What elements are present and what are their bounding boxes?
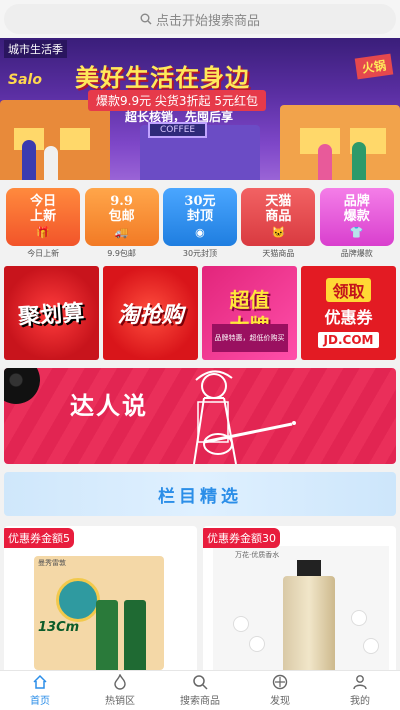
hero-banner[interactable]: 城市生活季 Salo 火锅 美好生活在身边 爆款9.9元 尖货3折起 5元红包 …: [0, 38, 400, 180]
promo-chaozhidapai[interactable]: 超值 大牌 品牌特惠，超低价购买: [202, 266, 297, 360]
promo-taoqianggou[interactable]: 淘抢购: [103, 266, 198, 360]
category-label: 9.9包邮: [107, 249, 136, 258]
banner-sign-left: Salo: [8, 72, 42, 88]
product-card[interactable]: 优惠券金额5 曼秀雷敦 13Cm: [4, 526, 197, 670]
coupon-badge: 优惠券金额30: [203, 528, 280, 548]
category-label: 品牌爆款: [340, 249, 373, 258]
user-icon: [353, 675, 367, 690]
banner-window: [60, 128, 90, 150]
tab-discover[interactable]: 发现: [240, 671, 320, 710]
product-brand: 曼秀雷敦: [38, 559, 66, 567]
category-row: 今日 上新 🎁 今日上新 9.9 包邮 🚚 9.9包邮 30元 封顶 ◉ 30元…: [0, 188, 400, 264]
category-tile-line2: 包邮: [108, 209, 135, 224]
promo-chaozhidapai-sub: 品牌特惠，超低价购买: [211, 324, 288, 352]
category-brand-hot[interactable]: 品牌 爆款 👕 品牌爆款: [319, 188, 394, 264]
banner-person: [318, 144, 332, 180]
category-tile-line1: 30元: [184, 194, 216, 209]
flower-decoration: [233, 616, 249, 632]
talent-title: 达人说: [70, 391, 148, 420]
jd-logo: JD.COM: [317, 332, 380, 348]
promo-jd-coupon[interactable]: 领取 优惠券 JD.COM: [301, 266, 396, 360]
category-tile: 今日 上新 🎁: [6, 188, 81, 246]
promo-juhuasuan[interactable]: 聚划算: [4, 266, 99, 360]
category-label: 天猫商品: [262, 249, 295, 258]
category-tile-line1: 品牌: [343, 194, 370, 209]
banner-coffee-sign: COFFEE: [148, 122, 208, 138]
search-placeholder: 点击开始搜索商品: [155, 13, 260, 29]
product-grid: 优惠券金额5 曼秀雷敦 13Cm 优惠券金额30 万花·优质香水: [4, 526, 396, 670]
product-brand: 万花·优质香水: [235, 551, 280, 559]
category-today-new[interactable]: 今日 上新 🎁 今日上新: [6, 188, 81, 264]
promo-jd-line1: 领取: [326, 278, 371, 302]
category-tile-line2: 封顶: [186, 209, 213, 224]
promo-row: 聚划算 淘抢购 超值 大牌 品牌特惠，超低价购买 领取 优惠券 JD.COM: [4, 266, 396, 360]
search-icon: [140, 13, 152, 25]
banner-city-tag: 城市生活季: [4, 40, 67, 58]
category-tile: 天猫 商品 🐱: [241, 188, 316, 246]
tmall-icon: 🐱: [271, 226, 286, 239]
category-tmall[interactable]: 天猫 商品 🐱 天猫商品: [241, 188, 316, 264]
vinyl-record-icon: [4, 368, 40, 404]
tab-label: 热销区: [105, 696, 135, 707]
shirt-icon: 👕: [349, 226, 364, 239]
truck-icon: 🚚: [114, 226, 129, 239]
category-label: 今日上新: [27, 249, 60, 258]
category-tile-line1: 今日: [30, 194, 57, 209]
compass-icon: [272, 674, 288, 690]
tab-hot[interactable]: 热销区: [80, 671, 160, 710]
search-bar: 点击开始搜索商品: [0, 0, 400, 38]
tab-home[interactable]: 首页: [0, 671, 80, 710]
flower-decoration: [351, 610, 367, 626]
product-image: 曼秀雷敦 13Cm: [34, 556, 164, 670]
tab-label: 发现: [270, 696, 290, 707]
category-tile-line1: 9.9: [110, 194, 133, 209]
coin-icon: ◉: [195, 226, 205, 239]
promo-jd-line2: 优惠券: [324, 308, 373, 327]
bottom-tab-bar: 首页 热销区 搜索商品 发现 我的: [0, 670, 400, 710]
product-tube: [124, 600, 146, 670]
category-tile: 9.9 包邮 🚚: [84, 188, 159, 246]
product-card[interactable]: 优惠券金额30 万花·优质香水: [203, 526, 396, 670]
tab-label: 首页: [30, 696, 50, 707]
banner-person: [22, 140, 36, 180]
tab-me[interactable]: 我的: [320, 671, 400, 710]
tab-label: 搜索商品: [180, 696, 220, 707]
banner-person: [352, 142, 366, 180]
promo-juhuasuan-text: 聚划算: [17, 300, 86, 331]
category-tile-line1: 天猫: [265, 194, 292, 209]
category-tile-line2: 商品: [265, 209, 292, 224]
coupon-badge: 优惠券金额5: [4, 528, 74, 548]
search-input[interactable]: 点击开始搜索商品: [4, 4, 396, 34]
flower-decoration: [363, 638, 379, 654]
promo-chaozhidapai-line1: 超值: [229, 288, 270, 312]
banner-headline: 美好生活在身边: [75, 64, 250, 92]
banner-sign-right: 火锅: [354, 53, 394, 80]
category-30-cap[interactable]: 30元 封顶 ◉ 30元封顶: [162, 188, 237, 264]
guitarist-illustration: [193, 370, 296, 464]
fire-icon: [114, 674, 126, 690]
promo-taoqianggou-text: 淘抢购: [117, 303, 184, 328]
product-mascot: [56, 578, 100, 622]
flower-decoration: [249, 636, 265, 652]
category-tile: 30元 封顶 ◉: [162, 188, 237, 246]
category-9-9[interactable]: 9.9 包邮 🚚 9.9包邮: [84, 188, 159, 264]
section-title-text: 栏目精选: [158, 486, 242, 507]
tab-label: 我的: [350, 696, 370, 707]
category-tile-line2: 爆款: [343, 209, 370, 224]
search-icon: [193, 675, 208, 690]
category-label: 30元封顶: [182, 249, 218, 258]
home-icon: [33, 674, 47, 689]
banner-person: [44, 146, 58, 180]
product-tube: [96, 600, 118, 670]
category-tile-line2: 上新: [30, 209, 57, 224]
talent-banner[interactable]: 达人说: [4, 368, 396, 464]
product-image: 万花·优质香水: [213, 546, 389, 670]
category-tile: 品牌 爆款 👕: [319, 188, 394, 246]
gift-icon: 🎁: [36, 226, 51, 239]
section-title: 栏目精选: [4, 472, 396, 516]
product-label: 13Cm: [38, 620, 80, 635]
tab-search[interactable]: 搜索商品: [160, 671, 240, 710]
perfume-bottle: [283, 576, 335, 670]
